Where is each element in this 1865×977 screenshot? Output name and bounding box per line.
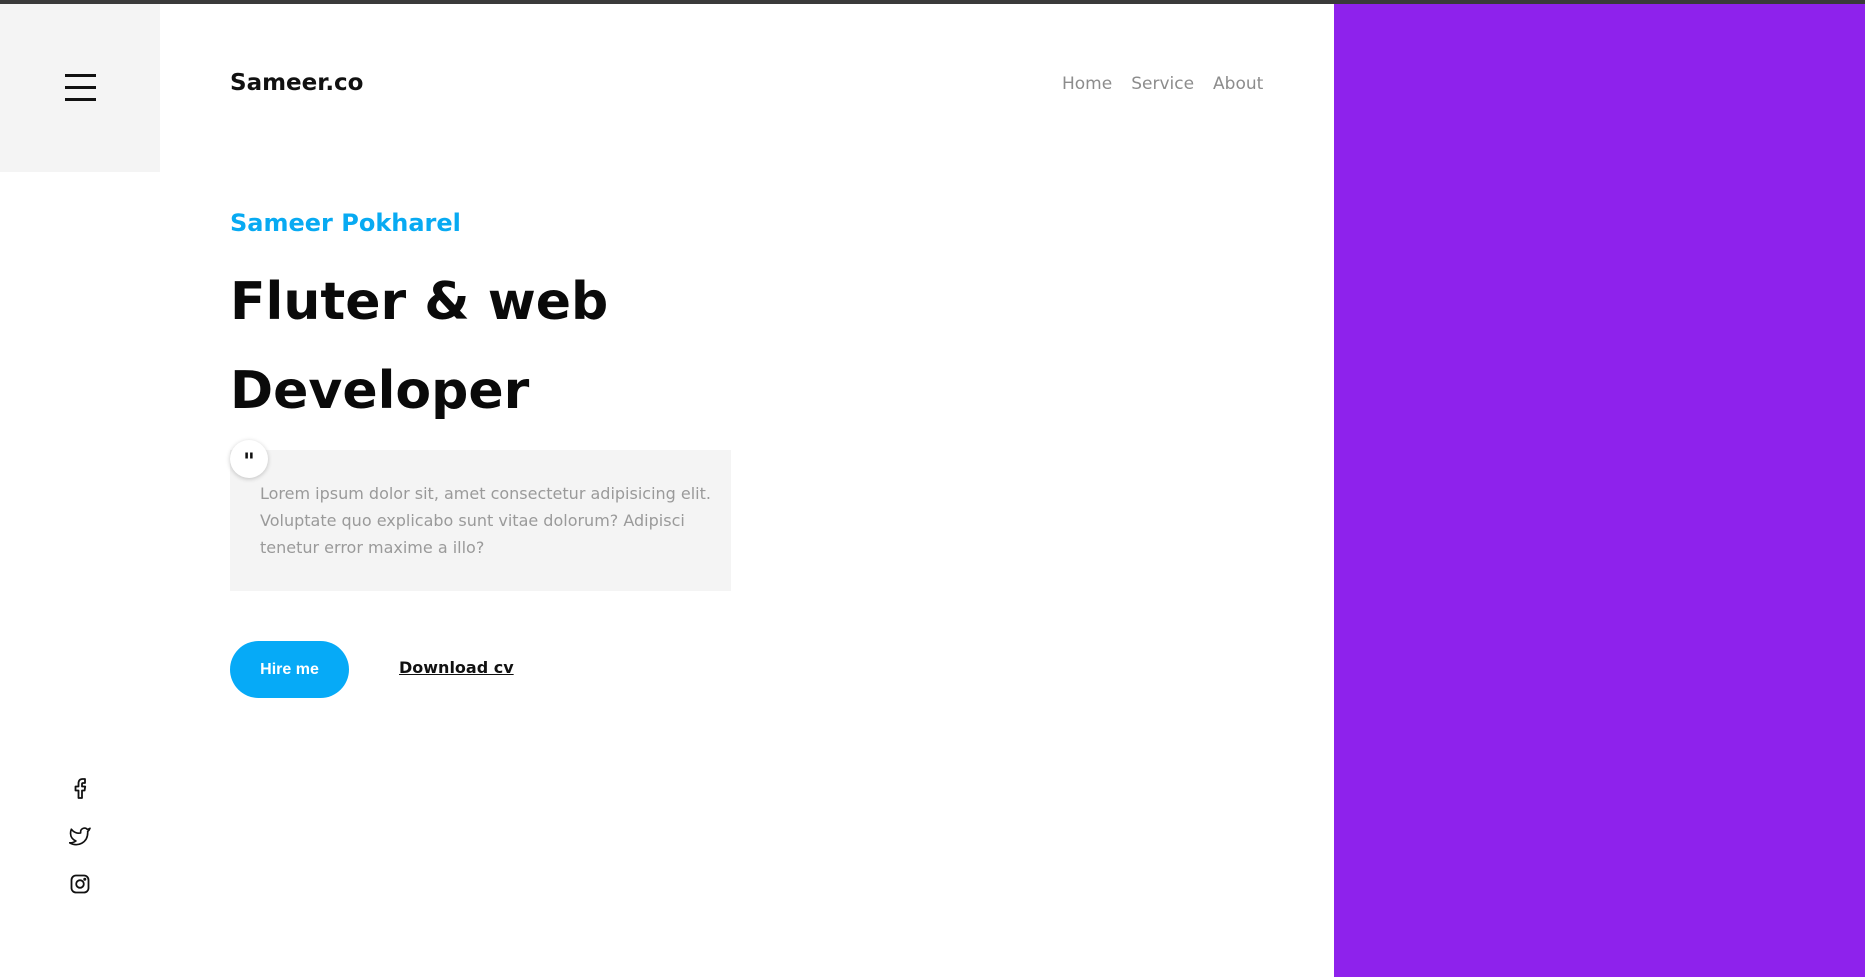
hamburger-line [65, 86, 96, 89]
menu-panel [0, 4, 160, 172]
top-nav: Home Service About [1062, 74, 1263, 94]
hero-title-line1: Fluter & web [230, 272, 609, 332]
nav-about[interactable]: About [1213, 74, 1263, 94]
hamburger-line [65, 74, 96, 77]
hero-image-panel [1334, 4, 1865, 977]
hire-me-button[interactable]: Hire me [230, 641, 349, 698]
hero-title: Fluter & web Developer [230, 258, 750, 436]
instagram-icon[interactable] [68, 872, 92, 896]
quote-text: Lorem ipsum dolor sit, amet consectetur … [260, 484, 711, 557]
brand-logo[interactable]: Sameer.co [230, 70, 364, 96]
hero-title-line2: Developer [230, 361, 530, 421]
download-cv-link[interactable]: Download cv [399, 658, 514, 677]
hamburger-line [65, 98, 96, 101]
twitter-icon[interactable] [68, 824, 92, 848]
hero-name: Sameer Pokharel [230, 209, 461, 237]
hamburger-menu-icon[interactable] [65, 74, 96, 102]
facebook-icon[interactable] [68, 776, 92, 800]
nav-service[interactable]: Service [1131, 74, 1194, 94]
quote-icon: " [230, 440, 268, 478]
nav-home[interactable]: Home [1062, 74, 1112, 94]
